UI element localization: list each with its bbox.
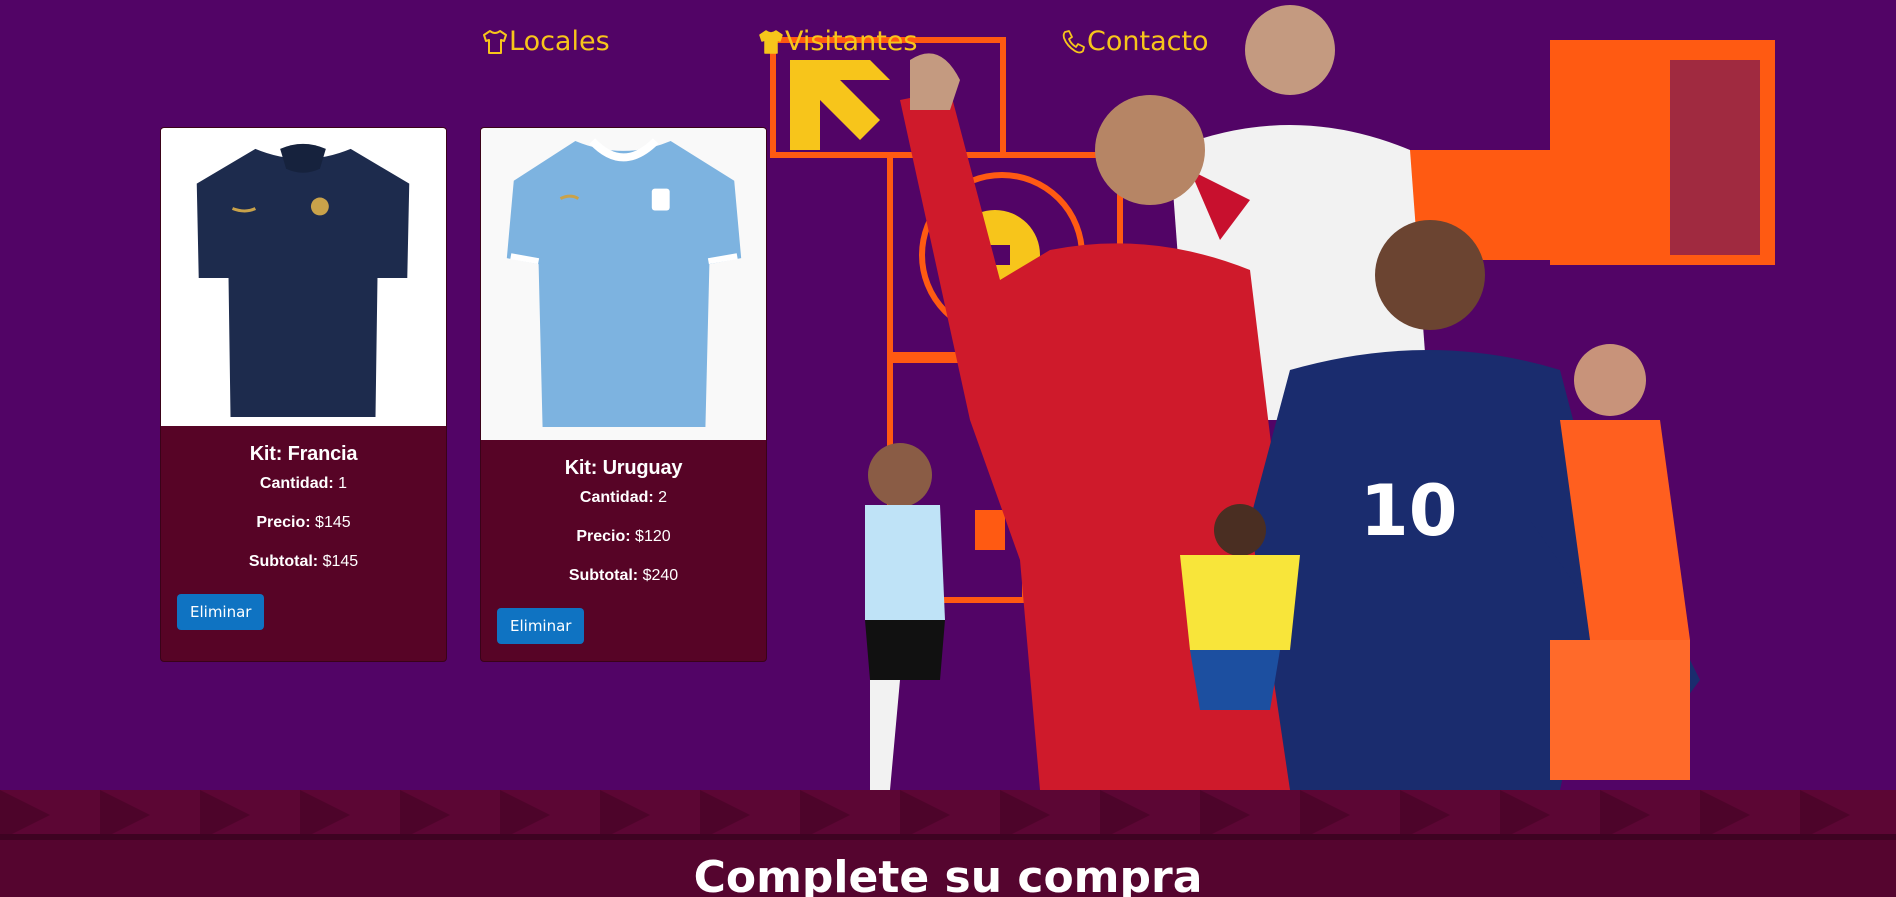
product-image: [161, 128, 446, 426]
shirt-filled-icon: [759, 30, 783, 54]
nav-label: Visitantes: [785, 26, 918, 57]
nav-link-contacto[interactable]: Contacto: [1060, 26, 1209, 57]
product-price: Precio: $145: [256, 514, 351, 531]
cart-item-card: Kit: Uruguay Cantidad: 2 Precio: $120 Su…: [480, 127, 767, 662]
svg-text:10: 10: [1360, 470, 1457, 552]
nav-link-locales[interactable]: Locales: [482, 26, 610, 57]
product-image: [481, 128, 766, 440]
remove-button[interactable]: Eliminar: [177, 594, 265, 630]
product-title: Kit: Francia: [249, 443, 358, 465]
nav-label: Locales: [509, 26, 610, 57]
product-price: Precio: $120: [576, 528, 671, 545]
shirt-outline-icon: [483, 30, 507, 54]
product-title: Kit: Uruguay: [564, 457, 683, 479]
checkout-section: Complete su compra: [0, 790, 1896, 897]
shirt-graphic: [506, 141, 742, 427]
product-quantity: Cantidad: 1: [259, 475, 348, 492]
top-nav: Locales Visitantes Contacto: [0, 26, 1896, 70]
arrow-graphic: [790, 60, 890, 150]
checkout-title: Complete su compra: [693, 852, 1203, 897]
remove-button[interactable]: Eliminar: [497, 608, 585, 644]
hero-players-artwork: 10: [770, 5, 1775, 790]
nav-link-visitantes[interactable]: Visitantes: [758, 26, 917, 57]
phone-icon: [1062, 30, 1085, 54]
product-quantity: Cantidad: 2: [579, 489, 668, 506]
product-subtotal: Subtotal: $240: [568, 567, 679, 584]
band-pattern-graphic: [0, 790, 1896, 840]
player-figure: [865, 443, 945, 790]
product-subtotal: Subtotal: $145: [248, 553, 359, 570]
nav-label: Contacto: [1087, 26, 1209, 57]
cart-item-card: Kit: Francia Cantidad: 1 Precio: $145 Su…: [160, 127, 447, 662]
